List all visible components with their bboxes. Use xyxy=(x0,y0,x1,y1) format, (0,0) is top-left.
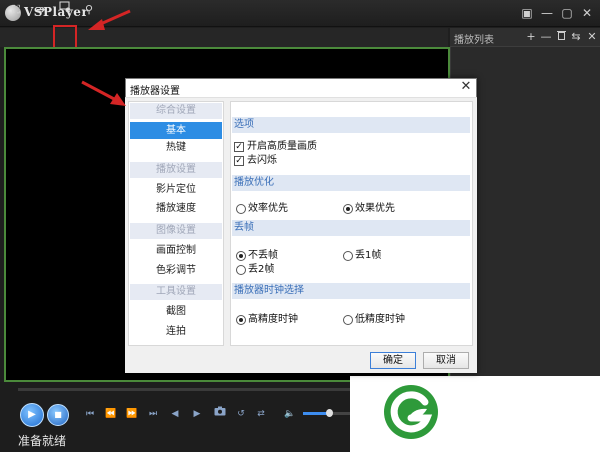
fullscreen-icon[interactable]: ⛶ xyxy=(6,1,26,18)
deflicker-label: 去闪烁 xyxy=(247,155,277,166)
playlist-toggle-button[interactable]: ▣ xyxy=(518,4,536,22)
efficiency-first-label: 效率优先 xyxy=(248,203,288,214)
maximize-button[interactable]: ▢ xyxy=(558,4,576,22)
playlist-close-button[interactable]: ✕ xyxy=(586,29,598,45)
nav-item-burst[interactable]: 连拍 xyxy=(130,323,222,340)
playlist-remove-button[interactable]: — xyxy=(540,29,552,45)
nav-item-basic[interactable]: 基本 xyxy=(130,122,222,139)
drop-2-label: 丢2帧 xyxy=(248,264,275,275)
annotation-arrow-dialog xyxy=(81,80,126,106)
playlist-title: 播放列表 xyxy=(454,35,494,46)
section-optimization: 播放优化 xyxy=(232,175,470,191)
high-precision-clock-radio[interactable] xyxy=(236,315,246,325)
nav-group-image: 图像设置 xyxy=(130,223,222,239)
playlist-add-button[interactable]: + xyxy=(525,29,537,45)
efficiency-first-radio[interactable] xyxy=(236,204,246,214)
next-file-icon[interactable]: ⏭ xyxy=(145,406,161,422)
dialog-title: 播放器设置 xyxy=(130,86,180,97)
annotation-arrow-top xyxy=(88,9,131,30)
playlist-clear-icon[interactable] xyxy=(555,29,567,45)
drop-1-radio[interactable] xyxy=(343,251,353,261)
cancel-button[interactable]: 取消 xyxy=(423,352,469,369)
low-precision-clock-radio[interactable] xyxy=(343,315,353,325)
quality-first-label: 效果优先 xyxy=(355,203,395,214)
high-precision-clock-label: 高精度时钟 xyxy=(248,314,298,325)
brand-logo-icon xyxy=(384,385,438,439)
nav-item-seek[interactable]: 影片定位 xyxy=(130,181,222,198)
section-frame-drop: 丢帧 xyxy=(232,220,470,236)
section-options: 选项 xyxy=(232,117,470,133)
playlist-mode-button[interactable]: ⇆ xyxy=(570,29,582,45)
low-precision-clock-label: 低精度时钟 xyxy=(355,314,405,325)
ok-button[interactable]: 确定 xyxy=(370,352,416,369)
nav-item-picture-control[interactable]: 画面控制 xyxy=(130,242,222,259)
window-snapshot-icon[interactable] xyxy=(55,1,75,18)
adjust-icon[interactable]: ⇄ xyxy=(253,406,269,422)
prev-file-icon[interactable]: ⏮ xyxy=(82,406,98,422)
nav-item-hotkeys[interactable]: 热键 xyxy=(130,139,222,156)
brand-logo-box xyxy=(350,376,600,452)
close-button[interactable]: ✕ xyxy=(578,4,596,22)
stop-button[interactable]: ■ xyxy=(47,404,69,426)
drop-2-radio[interactable] xyxy=(236,265,246,275)
rewind-icon[interactable]: ⏪ xyxy=(103,406,119,422)
hq-quality-checkbox[interactable]: ✓ xyxy=(234,142,244,152)
hq-quality-label: 开启高质量画质 xyxy=(247,141,317,152)
deflicker-checkbox[interactable]: ✓ xyxy=(234,156,244,166)
volume-slider-handle[interactable] xyxy=(326,409,333,417)
settings-button-highlight xyxy=(53,25,77,49)
nav-item-screenshot[interactable]: 截图 xyxy=(130,303,222,320)
nav-group-general: 综合设置 xyxy=(130,103,222,119)
loop-icon[interactable]: ↺ xyxy=(233,406,249,422)
minimize-button[interactable]: — xyxy=(538,4,556,22)
nav-group-tools: 工具设置 xyxy=(130,284,222,300)
nav-item-speed[interactable]: 播放速度 xyxy=(130,200,222,217)
nav-item-color-adjust[interactable]: 色彩调节 xyxy=(130,262,222,279)
no-drop-label: 不丢帧 xyxy=(248,250,278,261)
nav-group-playback: 播放设置 xyxy=(130,162,222,178)
pin-icon[interactable]: ➔ xyxy=(31,1,51,18)
status-text: 准备就绪 xyxy=(18,434,67,448)
dialog-close-icon[interactable]: ✕ xyxy=(459,80,473,94)
fast-forward-icon[interactable]: ⏩ xyxy=(124,406,140,422)
no-drop-radio[interactable] xyxy=(236,251,246,261)
volume-icon[interactable]: 🔈 xyxy=(282,406,298,422)
quality-first-radio[interactable] xyxy=(343,204,353,214)
camera-icon[interactable] xyxy=(212,406,228,422)
section-clock: 播放器时钟选择 xyxy=(232,283,470,299)
step-forward-icon[interactable]: ▶ xyxy=(189,406,205,422)
step-back-icon[interactable]: ◀ xyxy=(167,406,183,422)
play-button[interactable]: ▶ xyxy=(20,403,44,427)
drop-1-label: 丢1帧 xyxy=(355,250,382,261)
